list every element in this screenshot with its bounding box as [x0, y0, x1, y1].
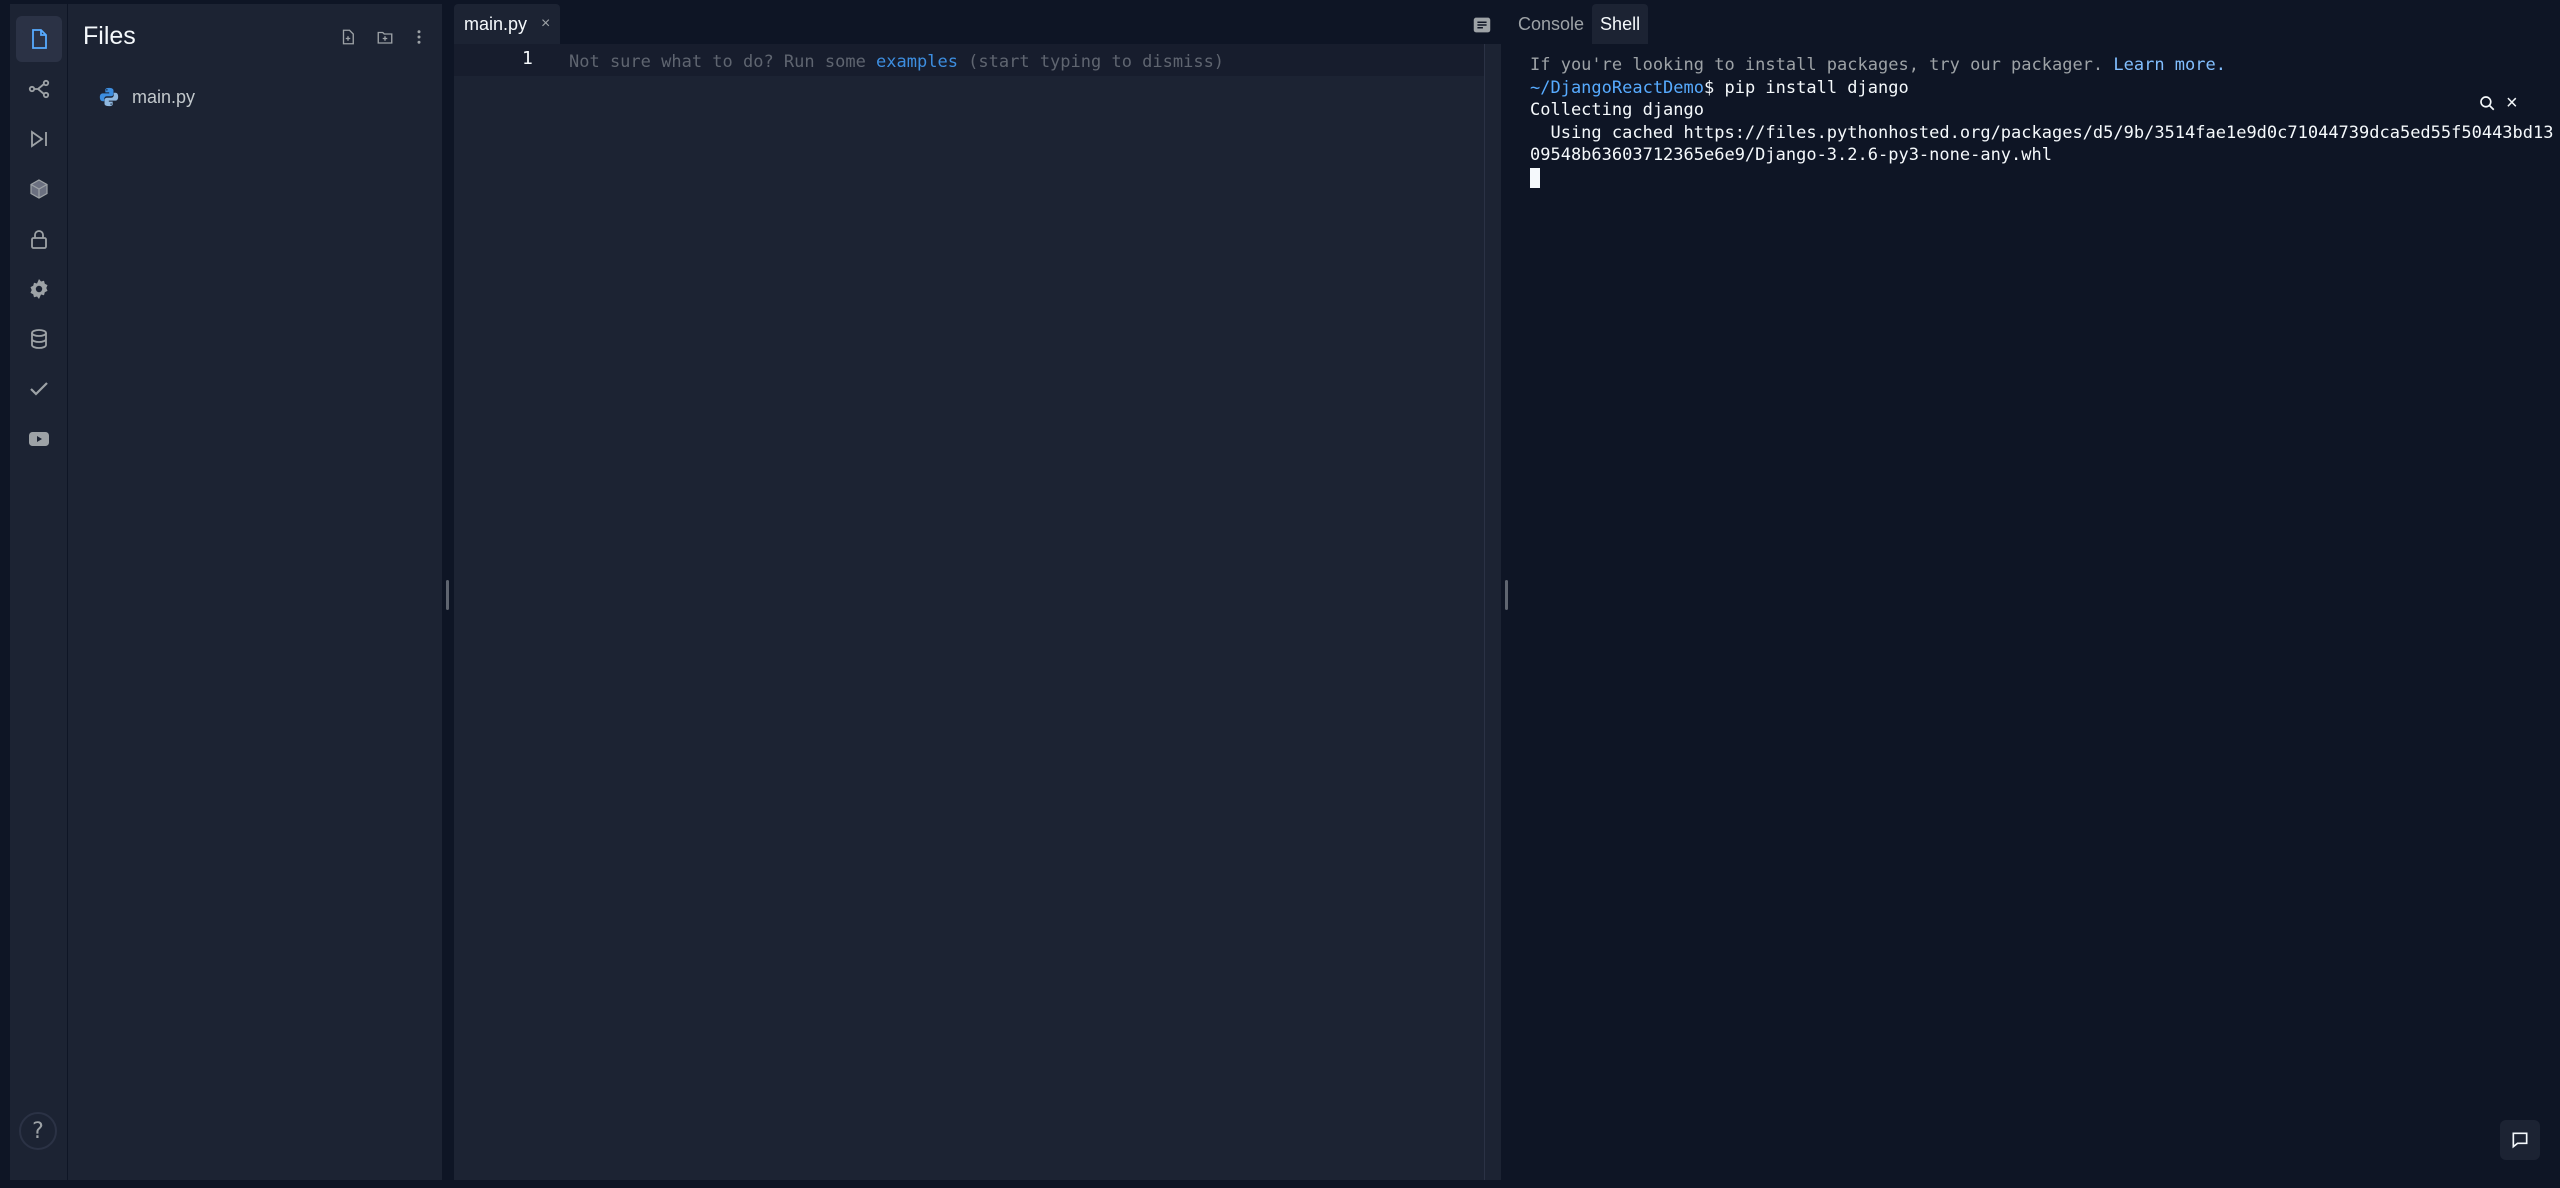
unit-tests-icon	[30, 382, 48, 396]
files-tool-button[interactable]	[16, 16, 62, 62]
terminal-output[interactable]: If you're looking to install packages, t…	[1530, 54, 2554, 189]
close-tab-button[interactable]: ×	[541, 15, 550, 33]
secrets-tool-button[interactable]	[16, 216, 62, 262]
editor-tab-bar: main.py ×	[454, 4, 1501, 44]
run-tool-button[interactable]	[16, 116, 62, 162]
unit-tests-tool-button[interactable]	[16, 366, 62, 412]
video-tool-button[interactable]	[16, 416, 62, 462]
file-name: main.py	[132, 86, 196, 107]
terminal-line: 09548b63603712365e6e9/Django-3.2.6-py3-n…	[1530, 145, 2052, 165]
help-button[interactable]: ?	[19, 1112, 57, 1150]
run-icon	[31, 130, 47, 148]
settings-tool-button[interactable]	[16, 266, 62, 312]
editor-scrollbar-track[interactable]	[1484, 44, 1485, 1180]
tab-console[interactable]: Console	[1510, 4, 1592, 44]
packages-icon	[30, 179, 48, 199]
terminal-command: $ pip install django	[1704, 77, 1909, 98]
learn-more-link[interactable]: Learn more.	[2113, 55, 2226, 75]
video-icon	[29, 432, 49, 446]
version-control-icon	[28, 79, 50, 99]
chat-button[interactable]	[2500, 1120, 2540, 1160]
terminal-cwd: ~/DjangoReactDemo	[1530, 77, 1704, 98]
add-file-button[interactable]	[337, 26, 359, 48]
hint-suffix: (start typing to dismiss)	[957, 52, 1225, 72]
files-menu-button[interactable]	[408, 26, 430, 48]
icon-rail: ?	[10, 4, 67, 1180]
shell-pane: Console Shell If you're looking to insta…	[1510, 4, 2560, 1180]
secrets-icon	[31, 230, 47, 249]
packages-tool-button[interactable]	[16, 166, 62, 212]
terminal-line: Using cached https://files.pythonhosted.…	[1530, 122, 2554, 143]
editor-tab-main-py[interactable]: main.py ×	[454, 4, 561, 44]
editor-shell-splitter[interactable]	[1505, 580, 1508, 610]
terminal-cursor	[1530, 167, 1540, 188]
chat-icon	[2512, 1132, 2528, 1149]
tab-shell[interactable]: Shell	[1592, 4, 1649, 44]
close-terminal-button[interactable]: ×	[2506, 92, 2518, 115]
packager-notice: If you're looking to install packages, t…	[1530, 55, 2226, 75]
examples-link[interactable]: examples	[876, 52, 958, 72]
shell-tab-bar: Console Shell	[1510, 4, 2560, 44]
database-icon	[31, 329, 47, 349]
files-panel: Files main.py	[67, 4, 442, 1180]
terminal-line: Collecting django	[1530, 100, 1704, 120]
packager-notice-text: If you're looking to install packages, t…	[1530, 55, 2114, 75]
editor-tab-label: main.py	[464, 13, 528, 34]
settings-icon	[30, 279, 48, 299]
editor-pane: main.py × 1 Not sure what to do? Run som…	[454, 4, 1501, 1180]
line-number: 1	[522, 48, 533, 69]
python-icon	[99, 87, 119, 107]
editor-empty-hint: Not sure what to do? Run some examples (…	[569, 52, 1224, 72]
files-panel-title: Files	[83, 22, 136, 50]
add-file-icon	[342, 29, 354, 45]
files-icon	[32, 29, 47, 49]
add-folder-button[interactable]	[374, 26, 396, 48]
more-vertical-icon	[417, 30, 421, 44]
editor-layout-icon[interactable]	[1471, 14, 1493, 36]
search-icon[interactable]	[2478, 94, 2496, 112]
add-folder-icon	[377, 31, 393, 44]
version-control-tool-button[interactable]	[16, 66, 62, 112]
database-tool-button[interactable]	[16, 316, 62, 362]
file-tree-item[interactable]: main.py	[98, 82, 195, 112]
hint-prefix: Not sure what to do? Run some	[569, 52, 877, 72]
files-editor-splitter[interactable]	[446, 580, 449, 610]
